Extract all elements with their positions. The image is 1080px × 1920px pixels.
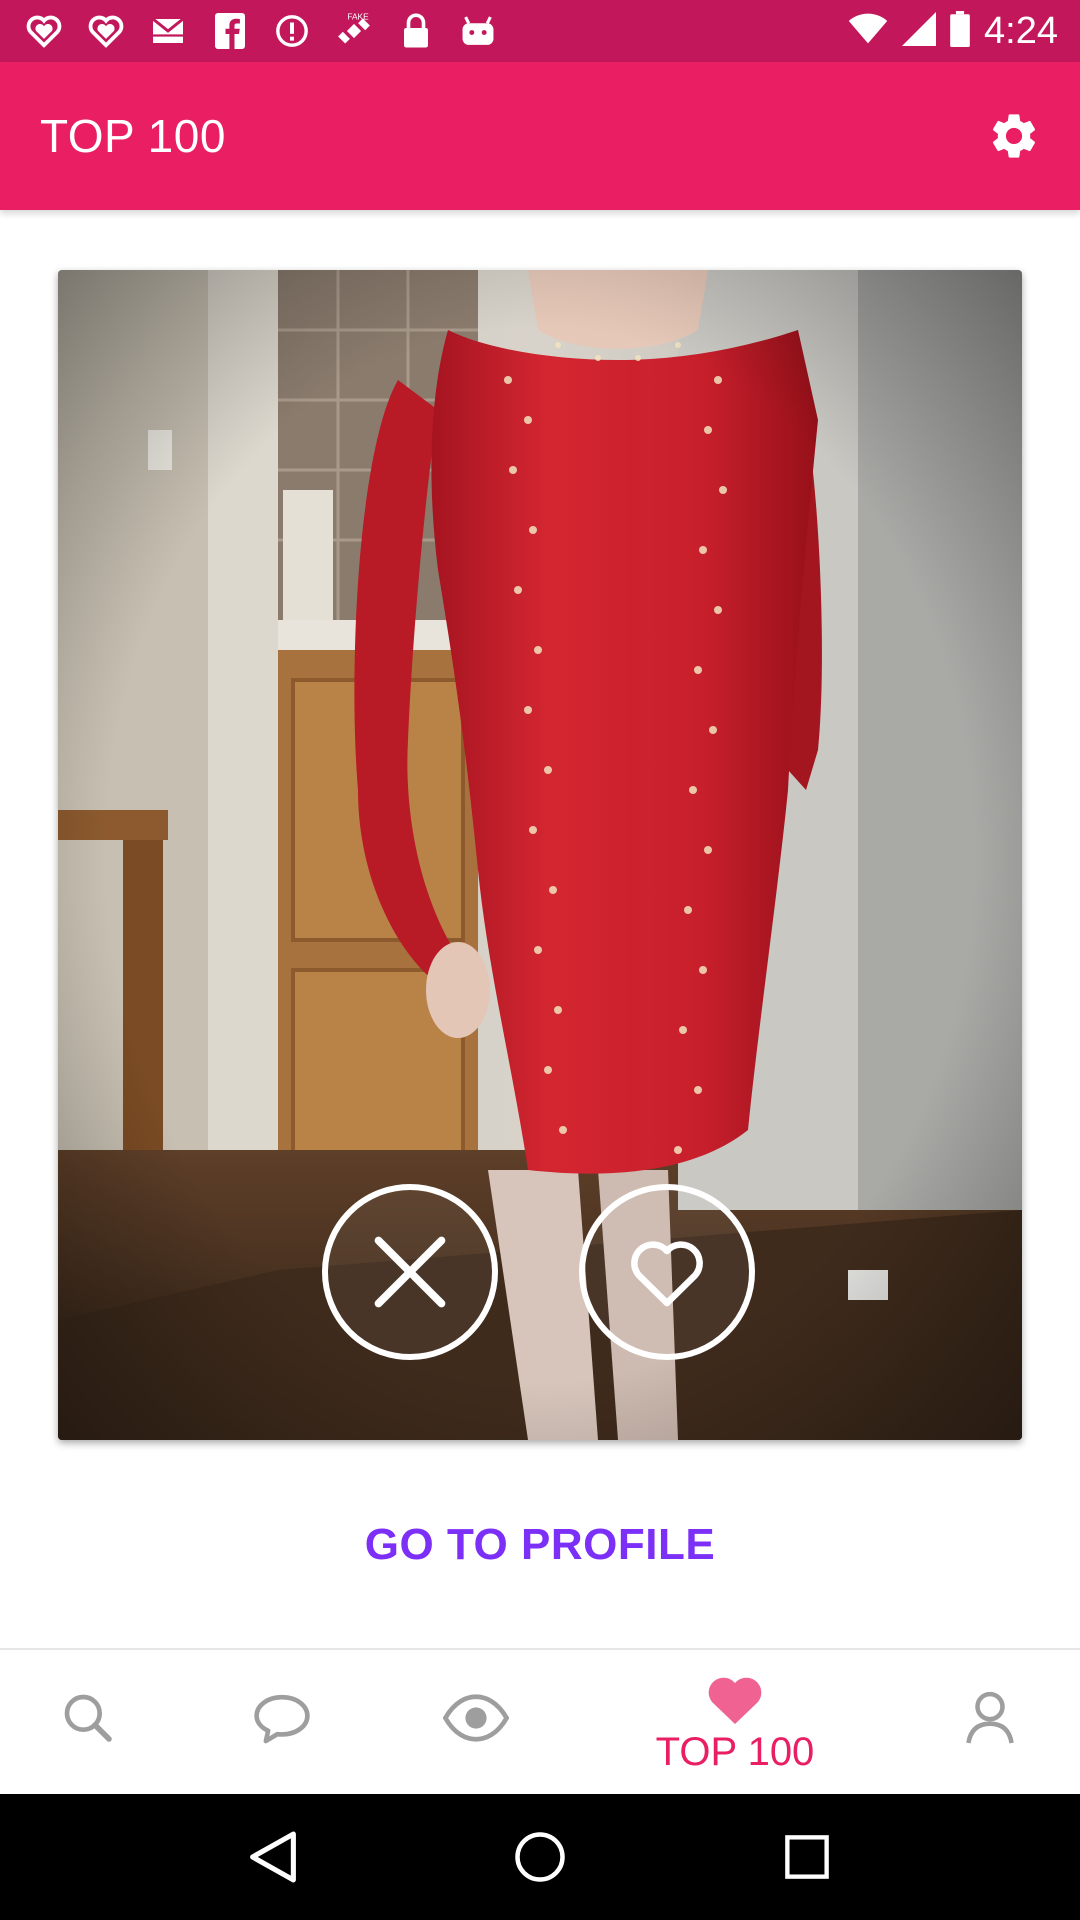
person-icon <box>966 1691 1014 1744</box>
settings-button[interactable] <box>982 104 1046 168</box>
nav-top100-label: TOP 100 <box>655 1729 815 1774</box>
page-title: TOP 100 <box>40 110 226 162</box>
dislike-button[interactable] <box>322 1184 498 1360</box>
status-time: 4:24 <box>984 9 1058 52</box>
heart-outline-icon <box>24 11 64 51</box>
alert-icon <box>272 11 312 51</box>
heart-icon <box>708 1677 762 1724</box>
close-icon <box>374 1236 446 1308</box>
nav-top100[interactable]: TOP 100 <box>640 1664 830 1784</box>
recents-button[interactable] <box>775 1825 839 1889</box>
status-right: 4:24 <box>848 10 1058 53</box>
profile-photo <box>58 270 1022 1440</box>
app-bar: TOP 100 <box>0 62 1080 210</box>
android-icon <box>458 11 498 51</box>
signal-icon <box>902 11 937 51</box>
satellite-icon: FAKE <box>334 11 374 51</box>
satellite-badge: FAKE <box>347 11 369 21</box>
heart-outline-icon <box>631 1241 703 1307</box>
nav-chat[interactable] <box>250 1686 314 1750</box>
profile-photo-card[interactable] <box>58 270 1022 1440</box>
home-button[interactable] <box>508 1825 572 1889</box>
nav-views[interactable] <box>442 1686 510 1750</box>
nav-search[interactable] <box>56 1686 120 1750</box>
nav-profile[interactable] <box>960 1686 1020 1750</box>
status-icons: FAKE <box>24 11 498 51</box>
gear-icon <box>992 114 1036 158</box>
wifi-icon <box>848 13 888 50</box>
system-nav-bar <box>0 1794 1080 1920</box>
battery-icon <box>950 10 970 52</box>
lock-icon <box>396 11 436 51</box>
search-icon <box>64 1694 112 1742</box>
facebook-icon <box>210 11 250 51</box>
go-to-profile-link[interactable]: GO TO PROFILE <box>0 1520 1080 1570</box>
heart-outline-icon <box>86 11 126 51</box>
eye-icon <box>443 1694 509 1742</box>
bottom-nav: TOP 100 <box>0 1648 1080 1794</box>
recents-square-icon <box>784 1835 829 1879</box>
chat-icon <box>254 1694 310 1744</box>
back-button[interactable] <box>241 1825 305 1889</box>
like-button[interactable] <box>579 1184 755 1360</box>
home-circle-icon <box>515 1832 565 1882</box>
status-bar: FAKE 4:24 <box>0 0 1080 62</box>
back-triangle-icon <box>250 1831 297 1883</box>
mail-icon <box>148 11 188 51</box>
